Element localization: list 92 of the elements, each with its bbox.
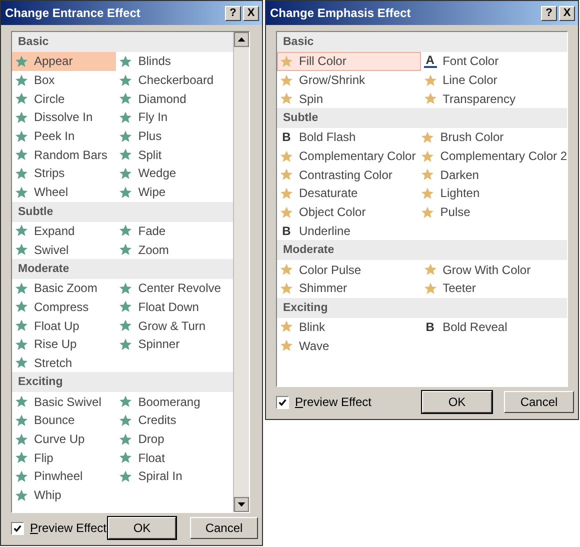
checkbox-label: Preview Effect bbox=[295, 395, 372, 409]
effect-item[interactable]: Diamond bbox=[116, 89, 233, 108]
cancel-button[interactable]: Cancel bbox=[504, 391, 574, 413]
effect-item[interactable]: Pinwheel bbox=[12, 467, 116, 486]
window-title: Change Entrance Effect bbox=[5, 6, 140, 20]
letter-icon: B bbox=[280, 224, 293, 238]
effect-item[interactable]: Grow/Shrink bbox=[277, 70, 421, 90]
effect-item[interactable]: Fly In bbox=[116, 108, 233, 127]
effect-item[interactable]: Checkerboard bbox=[116, 70, 233, 90]
effect-item[interactable]: B Bold Reveal bbox=[420, 318, 567, 336]
effect-item[interactable]: Drop bbox=[116, 430, 233, 448]
section-heading: Basic bbox=[12, 32, 233, 52]
effect-item[interactable]: Fill Color bbox=[277, 52, 421, 71]
close-button[interactable]: X bbox=[559, 6, 575, 20]
effect-item[interactable]: Strips bbox=[12, 164, 116, 183]
section-heading: Subtle bbox=[12, 202, 233, 222]
help-button[interactable]: ? bbox=[225, 6, 241, 20]
effect-item[interactable]: Desaturate bbox=[277, 184, 418, 203]
effect-item[interactable]: Pulse bbox=[418, 202, 567, 222]
effect-item[interactable]: Complementary Color bbox=[277, 146, 418, 166]
effect-item[interactable]: Box bbox=[12, 70, 116, 90]
scrollbar[interactable] bbox=[233, 32, 249, 512]
close-button[interactable]: X bbox=[243, 6, 259, 20]
effect-item[interactable]: Float Up bbox=[12, 316, 116, 335]
effect-item[interactable]: Wave bbox=[277, 336, 421, 355]
effect-item[interactable]: Wipe bbox=[116, 182, 233, 202]
effect-item[interactable]: Fade bbox=[116, 222, 233, 240]
effect-item[interactable]: Transparency bbox=[420, 89, 567, 108]
effect-item[interactable]: Contrasting Color bbox=[277, 165, 418, 184]
section-heading: Exciting bbox=[277, 298, 567, 318]
section-heading: Moderate bbox=[277, 240, 567, 260]
effect-item[interactable]: Basic Zoom bbox=[12, 278, 116, 298]
section-heading: Subtle bbox=[277, 108, 567, 128]
effect-item[interactable]: Zoom bbox=[116, 240, 233, 259]
effect-item[interactable]: Circle bbox=[12, 89, 116, 108]
effect-item[interactable]: Appear bbox=[12, 52, 116, 71]
effect-item[interactable]: Random Bars bbox=[12, 145, 116, 164]
effect-item[interactable]: Plus bbox=[116, 126, 233, 146]
effect-item[interactable]: Compress bbox=[12, 298, 116, 316]
checkbox-label: Preview Effect bbox=[30, 521, 106, 535]
effect-item[interactable]: Spinner bbox=[116, 334, 233, 354]
section-heading: Basic bbox=[277, 32, 567, 52]
effect-item[interactable]: Blink bbox=[277, 318, 421, 336]
effect-item[interactable]: Object Color bbox=[277, 202, 418, 222]
section-heading: Exciting bbox=[12, 372, 233, 392]
effect-item[interactable]: Split bbox=[116, 145, 233, 164]
effect-item[interactable]: Expand bbox=[12, 222, 116, 240]
effect-item[interactable]: Shimmer bbox=[277, 278, 421, 298]
checkbox[interactable] bbox=[11, 522, 24, 534]
effect-item[interactable]: Blinds bbox=[116, 52, 233, 71]
effect-item[interactable]: Wheel bbox=[12, 182, 116, 202]
effect-item[interactable]: Dissolve In bbox=[12, 108, 116, 127]
ok-button[interactable]: OK bbox=[422, 391, 492, 413]
window-title: Change Emphasis Effect bbox=[270, 6, 411, 20]
section-heading: Moderate bbox=[12, 258, 233, 279]
effect-item[interactable]: Stretch bbox=[12, 354, 116, 372]
ok-button[interactable]: OK bbox=[108, 517, 176, 539]
effect-item[interactable]: Float Down bbox=[116, 298, 233, 316]
effect-item[interactable]: Rise Up bbox=[12, 334, 116, 354]
effect-item[interactable]: A Font Color bbox=[420, 52, 567, 71]
effect-item[interactable]: Boomerang bbox=[116, 392, 233, 411]
cancel-button[interactable]: Cancel bbox=[190, 517, 258, 539]
effect-item[interactable]: Spiral In bbox=[116, 467, 233, 486]
effect-item[interactable]: Grow & Turn bbox=[116, 316, 233, 335]
effect-item[interactable]: Swivel bbox=[12, 240, 116, 259]
effect-item[interactable]: Curve Up bbox=[12, 430, 116, 448]
effect-item[interactable]: Peek In bbox=[12, 126, 116, 146]
letter-icon: B bbox=[424, 320, 437, 334]
help-button[interactable]: ? bbox=[541, 6, 557, 20]
effect-item[interactable]: Darken bbox=[418, 165, 567, 184]
effect-item[interactable]: Complementary Color 2 bbox=[418, 146, 567, 166]
effect-item[interactable]: Line Color bbox=[420, 70, 567, 90]
effect-item[interactable]: Lighten bbox=[418, 184, 567, 203]
effect-item[interactable]: Center Revolve bbox=[116, 278, 233, 298]
effect-item[interactable]: Color Pulse bbox=[277, 260, 421, 279]
checkbox[interactable] bbox=[276, 396, 289, 408]
effect-item[interactable]: Basic Swivel bbox=[12, 392, 116, 411]
effect-item[interactable]: B Bold Flash bbox=[277, 128, 418, 147]
effect-item[interactable]: Spin bbox=[277, 89, 421, 108]
effect-item[interactable]: Teeter bbox=[420, 278, 567, 298]
effect-item[interactable]: Bounce bbox=[12, 411, 116, 430]
scroll-up-icon[interactable] bbox=[234, 32, 249, 47]
effect-item[interactable]: Float bbox=[116, 448, 233, 468]
letter-icon: B bbox=[280, 130, 293, 144]
scroll-down-icon[interactable] bbox=[234, 497, 249, 512]
effect-item[interactable]: Brush Color bbox=[418, 128, 567, 147]
effect-item[interactable]: Wedge bbox=[116, 164, 233, 183]
effect-item[interactable]: Grow With Color bbox=[420, 260, 567, 279]
effect-item[interactable]: Credits bbox=[116, 411, 233, 430]
effect-item[interactable]: Whip bbox=[12, 486, 116, 504]
effect-item[interactable]: Flip bbox=[12, 448, 116, 468]
effect-item[interactable]: B Underline bbox=[277, 222, 418, 240]
